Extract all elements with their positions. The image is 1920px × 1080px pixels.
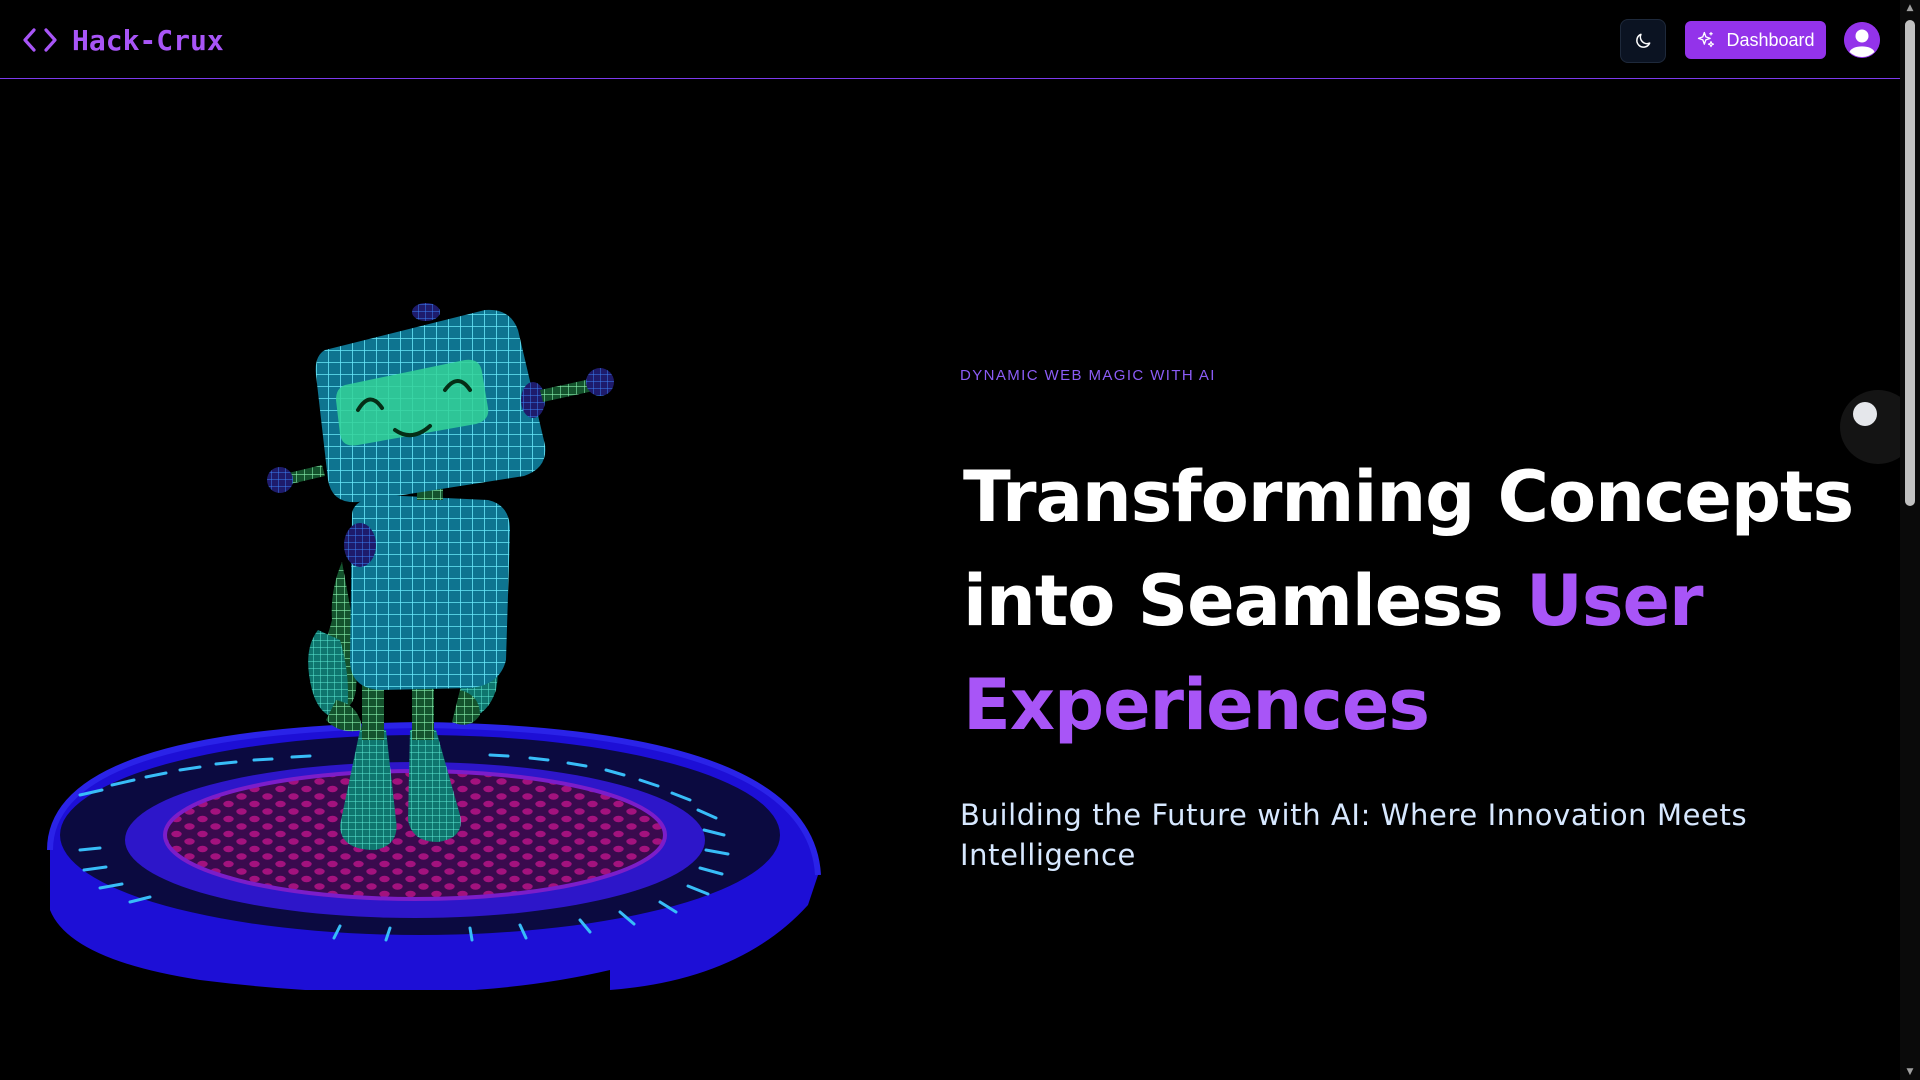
hero-headline: Transforming Concepts into Seamless User… — [963, 445, 1863, 757]
scrollbar-thumb[interactable] — [1905, 20, 1915, 506]
brand-logo-link[interactable]: Hack-Crux — [20, 20, 224, 60]
page: Hack-Crux Dashboard DYNAMIC WEB MAGIC WI… — [0, 0, 1920, 1080]
hero-subheadline: Building the Future with AI: Where Innov… — [960, 798, 1748, 872]
moon-icon — [1636, 33, 1651, 48]
top-navbar: Hack-Crux Dashboard — [0, 0, 1900, 79]
dashboard-button[interactable]: Dashboard — [1685, 21, 1826, 59]
code-brackets-icon — [23, 28, 57, 52]
brand-name: Hack-Crux — [72, 23, 224, 57]
scroll-up-arrow-icon[interactable]: ▲ — [1904, 2, 1916, 14]
robot-illustration — [40, 303, 840, 990]
hero-eyebrow: DYNAMIC WEB MAGIC WITH AI — [960, 367, 1216, 384]
hero-headline-white: Transforming Concepts into Seamless — [963, 456, 1854, 642]
user-avatar-icon — [1844, 22, 1880, 58]
user-avatar[interactable] — [1844, 22, 1880, 58]
page-scrollbar[interactable]: ▲ ▼ — [1900, 0, 1920, 1080]
theme-toggle-button[interactable] — [1620, 19, 1666, 63]
sparkles-icon — [1698, 31, 1715, 48]
scroll-down-arrow-icon[interactable]: ▼ — [1904, 1066, 1916, 1078]
floating-toggle-knob — [1853, 402, 1877, 426]
dashboard-button-label: Dashboard — [1726, 29, 1815, 50]
